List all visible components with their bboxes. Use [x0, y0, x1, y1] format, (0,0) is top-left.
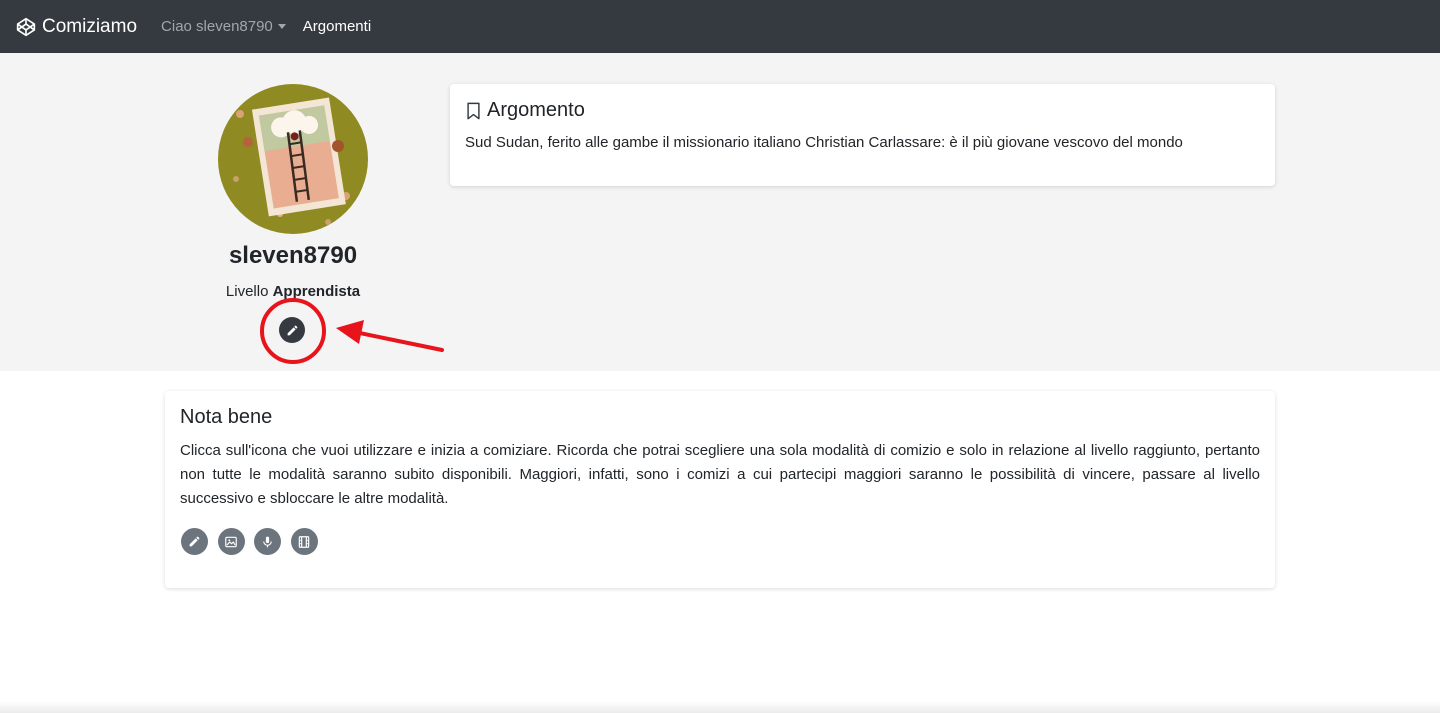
brand-name: Comiziamo [42, 15, 138, 37]
note-text: Clicca sull'icona che vuoi utilizzare e … [180, 442, 1260, 507]
edit-profile-button[interactable] [279, 317, 305, 343]
note-title: Nota bene [180, 406, 273, 428]
bookmark-icon [467, 102, 480, 119]
pencil-icon [189, 536, 200, 547]
nav-link-topics[interactable]: Argomenti [303, 18, 371, 35]
pencil-icon [287, 325, 297, 335]
top-navbar: Comiziamo Ciao sleven8790 Argomenti [0, 0, 1440, 53]
mode-image-button[interactable] [217, 528, 245, 555]
brand-link[interactable]: Comiziamo [16, 16, 137, 38]
film-icon [298, 535, 310, 548]
profile-header: sleven8790 Livello Apprendista Argomento… [0, 53, 1440, 371]
mode-video-button[interactable] [290, 528, 318, 555]
profile-username: sleven8790 [228, 242, 358, 269]
topic-text: Sud Sudan, ferito alle gambe il missiona… [465, 134, 1183, 151]
avatar [218, 84, 368, 234]
profile-level: Livello Apprendista [172, 283, 414, 300]
bottom-shadow [0, 701, 1440, 713]
image-icon [225, 536, 237, 547]
mode-text-button[interactable] [181, 528, 208, 555]
caret-down-icon [277, 24, 286, 29]
note-card: Nota bene Clicca sull'icona che vuoi uti… [165, 391, 1275, 588]
topic-title: Argomento [487, 99, 585, 121]
microphone-icon [263, 536, 272, 547]
mode-buttons [181, 528, 327, 555]
red-arrow-annotation [336, 320, 444, 352]
mode-audio-button[interactable] [254, 528, 281, 555]
topic-card: Argomento Sud Sudan, ferito alle gambe i… [450, 84, 1275, 186]
topic-heading: Argomento [466, 99, 585, 122]
user-menu-dropdown[interactable]: Ciao sleven8790 [161, 18, 286, 35]
codepen-icon [16, 17, 36, 36]
user-menu-label: Ciao sleven8790 [161, 18, 273, 35]
level-label: Livello [225, 283, 269, 300]
level-value: Apprendista [272, 283, 361, 300]
